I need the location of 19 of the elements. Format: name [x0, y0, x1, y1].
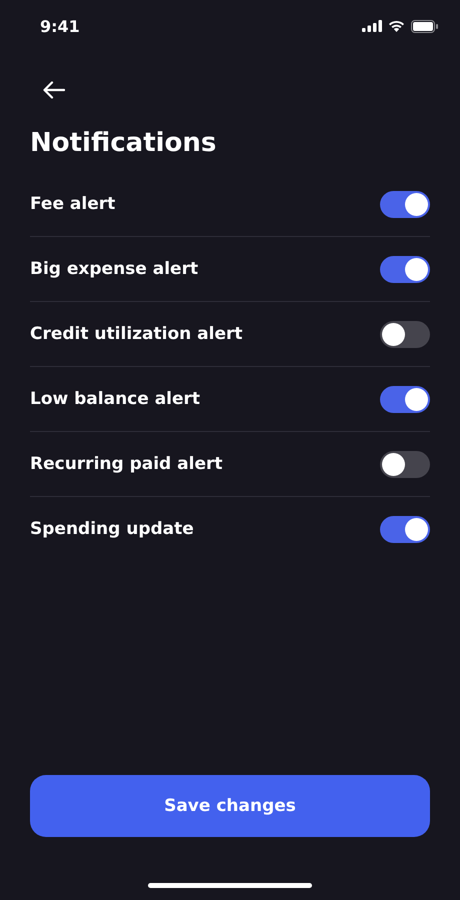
battery-icon	[411, 20, 438, 32]
back-arrow-icon	[43, 81, 65, 99]
setting-label: Low balance alert	[30, 389, 200, 409]
toggle-switch[interactable]	[380, 386, 430, 412]
setting-label: Spending update	[30, 519, 194, 539]
toggle-switch[interactable]	[380, 320, 430, 348]
toggle-switch[interactable]	[380, 450, 430, 478]
setting-label: Recurring paid alert	[30, 454, 222, 474]
wifi-icon	[388, 20, 405, 32]
page-title: Notifications	[30, 128, 218, 158]
save-button[interactable]: Save changes	[30, 775, 430, 837]
signal-icon	[362, 20, 382, 32]
toggle-switch[interactable]	[380, 190, 430, 218]
setting-label: Big expense alert	[30, 259, 198, 279]
setting-label: Credit utilization alert	[30, 324, 242, 344]
status-time: 9:41	[40, 16, 80, 36]
toggle-switch[interactable]	[380, 516, 430, 542]
setting-label: Fee alert	[30, 194, 116, 214]
toggle-switch[interactable]	[380, 256, 430, 282]
